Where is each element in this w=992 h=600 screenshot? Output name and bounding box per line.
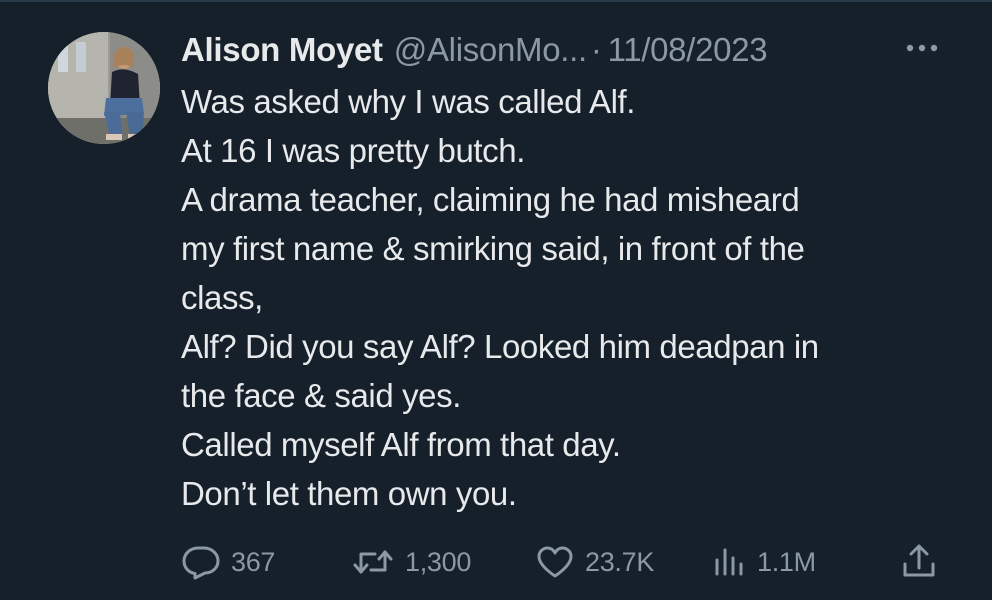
tweet-line: At 16 I was pretty butch. (181, 132, 526, 169)
tweet-screenshot: Alison Moyet @AlisonMo... · 11/08/2023 W… (0, 0, 992, 600)
tweet-line: Alf? Did you say Alf? Looked him deadpan… (181, 328, 819, 365)
share-button[interactable] (899, 538, 939, 586)
retweet-icon (351, 544, 395, 580)
share-upload-icon (899, 542, 939, 582)
like-count: 23.7K (585, 546, 655, 577)
tweet-date[interactable]: 11/08/2023 (608, 31, 768, 69)
tweet-line: A drama teacher, claiming he had mishear… (181, 181, 800, 218)
reply-button[interactable]: 367 (181, 538, 275, 586)
more-horizontal-icon[interactable] (902, 36, 942, 60)
reply-count: 367 (231, 546, 276, 577)
tweet-line: Was asked why I was called Alf. (181, 83, 636, 120)
tweet-actions: 367 1,300 23.7K 1.1M (181, 538, 951, 586)
tweet-line: the face & said yes. (181, 377, 461, 414)
tweet-line: Don’t let them own you. (181, 475, 517, 512)
retweet-count: 1,300 (405, 546, 472, 577)
like-button[interactable]: 23.7K (535, 538, 654, 586)
reply-bubble-icon (181, 544, 221, 580)
heart-icon (535, 544, 575, 580)
tweet-text: Was asked why I was called Alf. At 16 I … (181, 77, 961, 518)
tweet-header: Alison Moyet @AlisonMo... · 11/08/2023 (181, 28, 768, 72)
bar-chart-icon (711, 544, 747, 580)
author-name[interactable]: Alison Moyet (181, 31, 383, 69)
tweet-line: my first name & smirking said, in front … (181, 230, 805, 267)
views-button[interactable]: 1.1M (711, 538, 816, 586)
view-count: 1.1M (757, 546, 816, 577)
separator-dot: · (590, 31, 602, 68)
tweet-line: Called myself Alf from that day. (181, 426, 621, 463)
retweet-button[interactable]: 1,300 (351, 538, 471, 586)
tweet-line: class, (181, 279, 263, 316)
author-handle[interactable]: @AlisonMo... (394, 31, 587, 69)
top-divider (0, 0, 992, 2)
avatar[interactable] (48, 32, 160, 144)
